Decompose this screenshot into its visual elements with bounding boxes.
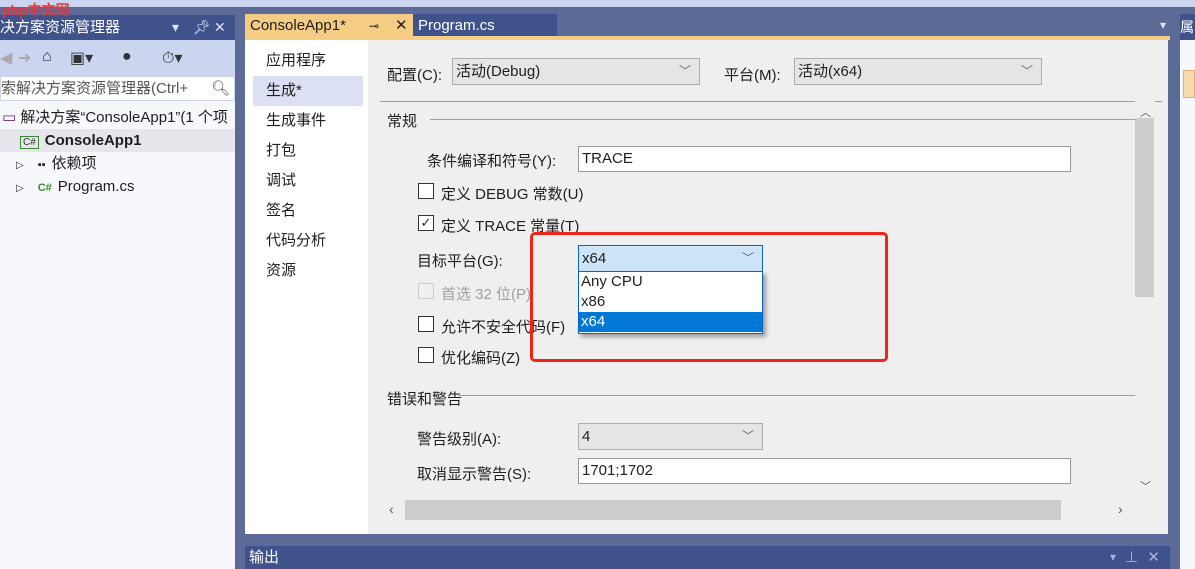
symbols-label: 条件编译和符号(Y): (427, 153, 557, 170)
scroll-right-icon[interactable]: › (1118, 501, 1123, 517)
divider (458, 395, 1135, 396)
tree-label: ConsoleApp1 (44, 132, 142, 149)
back-icon[interactable]: ◀ (0, 48, 12, 68)
search-icon[interactable]: 🔍︎ (208, 77, 230, 100)
title-strip (0, 0, 1195, 7)
solution-icon: ▭ (2, 109, 21, 126)
expand-icon[interactable]: ▷ (16, 160, 24, 171)
tree-label: 解决方案“ConsoleApp1”(1 个项 (20, 109, 228, 126)
debug-const-checkbox[interactable] (418, 183, 434, 199)
warning-level-value: 4 (582, 428, 591, 445)
suppress-input[interactable]: 1701;1702 (578, 458, 1071, 484)
target-platform-label: 目标平台(G): (417, 253, 503, 270)
close-icon[interactable]: ✕ (395, 14, 408, 38)
solution-tree: ▭ 解决方案“ConsoleApp1”(1 个项 C# ConsoleApp1 ▷… (0, 101, 235, 569)
tab-label: Program.cs (418, 17, 495, 34)
chevron-down-icon: ﹀ (1020, 64, 1033, 78)
nav-code-analysis[interactable]: 代码分析 (253, 226, 363, 256)
nav-application[interactable]: 应用程序 (253, 46, 363, 76)
platform-dropdown[interactable]: 活动(x64) ﹀ (794, 58, 1042, 85)
solution-toolbar: ◀ ➜ ⌂ ▣▾ ● ⏱▾ (0, 40, 235, 76)
nav-package[interactable]: 打包 (253, 136, 363, 166)
tree-item-solution[interactable]: ▭ 解决方案“ConsoleApp1”(1 个项 (0, 106, 235, 129)
expand-icon[interactable]: ▷ (16, 183, 24, 194)
debug-const-label: 定义 DEBUG 常数(U) (441, 186, 584, 203)
csharp-project-icon: C# (20, 136, 39, 149)
switch-views-icon[interactable]: ▣▾ (70, 48, 93, 68)
close-icon[interactable]: ✕ (214, 15, 226, 40)
tree-item-project[interactable]: C# ConsoleApp1 (0, 129, 235, 152)
tab-consoleapp1[interactable]: ConsoleApp1* ⊸ ✕ (245, 14, 413, 38)
csharp-file-icon: C# (37, 182, 52, 194)
trace-const-checkbox[interactable]: ✓ (418, 215, 434, 231)
pending-changes-icon[interactable]: ⏱▾ (162, 48, 183, 68)
platform-value: 活动(x64) (798, 63, 863, 80)
horizontal-scrollbar[interactable]: ‹ › (383, 500, 1135, 520)
warning-level-label: 警告级别(A): (417, 431, 502, 448)
property-nav: 应用程序 生成* 生成事件 打包 调试 签名 代码分析 资源 (245, 40, 368, 534)
output-panel-header: 输出 ▾ ⊥ ✕ (245, 546, 1170, 569)
pin-icon[interactable]: ⊥ (1125, 546, 1138, 569)
prefer32-label: 首选 32 位(P) (441, 286, 532, 303)
tree-item-dependencies[interactable]: ▷ ▪▪ 依赖项 (0, 152, 235, 175)
tab-label: ConsoleApp1* (250, 17, 346, 34)
dependencies-icon: ▪▪ (37, 159, 46, 171)
divider (430, 119, 1135, 120)
suppress-label: 取消显示警告(S): (417, 466, 532, 483)
panel-title: 决方案资源管理器 (0, 19, 121, 36)
tab-overflow-icon[interactable]: ▾ (1160, 18, 1166, 32)
config-dropdown[interactable]: 活动(Debug) ﹀ (452, 58, 700, 85)
chevron-down-icon: ﹀ (678, 64, 691, 78)
home-icon[interactable]: ⌂ (42, 48, 52, 66)
tab-program-cs[interactable]: Program.cs (413, 14, 557, 38)
optimize-checkbox[interactable] (418, 347, 434, 363)
divider (380, 101, 1162, 102)
optimize-label: 优化编码(Z) (441, 350, 521, 367)
solution-search-input[interactable]: 索解决方案资源管理器(Ctrl+ 🔍︎ (0, 76, 235, 101)
vertical-scrollbar[interactable]: ︿ ﹀ (1135, 100, 1155, 495)
unsafe-checkbox[interactable] (418, 316, 434, 332)
platform-label: 平台(M): (724, 67, 781, 84)
forward-icon[interactable]: ➜ (18, 48, 31, 68)
tree-label: 依赖项 (51, 155, 97, 172)
dropdown-icon[interactable]: ▾ (1110, 546, 1116, 569)
warning-level-dropdown[interactable]: 4 ﹀ (578, 423, 763, 450)
highlight-annotation (530, 232, 888, 362)
close-icon[interactable]: ✕ (1147, 546, 1160, 569)
config-value: 活动(Debug) (456, 63, 541, 80)
watermark-logo: php中文网 (2, 2, 70, 18)
section-general: 常规 (387, 113, 418, 130)
pin-icon[interactable]: ⊸ (369, 14, 379, 38)
symbols-input[interactable]: TRACE (578, 146, 1071, 172)
prefer32-checkbox[interactable] (418, 283, 434, 299)
nav-build-events[interactable]: 生成事件 (253, 106, 363, 136)
scroll-left-icon[interactable]: ‹ (389, 501, 394, 517)
tree-item-program[interactable]: ▷ C# Program.cs (0, 175, 235, 198)
chevron-down-icon: ﹀ (741, 429, 754, 443)
properties-title: 属 (1180, 14, 1195, 40)
search-placeholder: 索解决方案资源管理器(Ctrl+ (1, 80, 189, 97)
nav-signing[interactable]: 签名 (253, 196, 363, 226)
config-label: 配置(C): (387, 67, 442, 84)
nav-debug[interactable]: 调试 (253, 166, 363, 196)
section-errors: 错误和警告 (387, 391, 463, 408)
scroll-down-icon[interactable]: ﹀ (1140, 478, 1151, 494)
dropdown-icon[interactable]: ▾ (172, 15, 179, 40)
properties-panel: 属 (1180, 14, 1195, 569)
tree-label: Program.cs (57, 178, 135, 195)
pin-icon[interactable]: 📌︎ (193, 15, 211, 40)
nav-resources[interactable]: 资源 (253, 256, 363, 286)
globe-icon[interactable]: ● (122, 48, 132, 66)
categorized-icon[interactable] (1183, 70, 1195, 98)
scroll-thumb[interactable] (405, 500, 1061, 520)
scroll-thumb[interactable] (1135, 118, 1154, 297)
output-title: 输出 (249, 549, 280, 566)
nav-build[interactable]: 生成* (253, 76, 363, 106)
